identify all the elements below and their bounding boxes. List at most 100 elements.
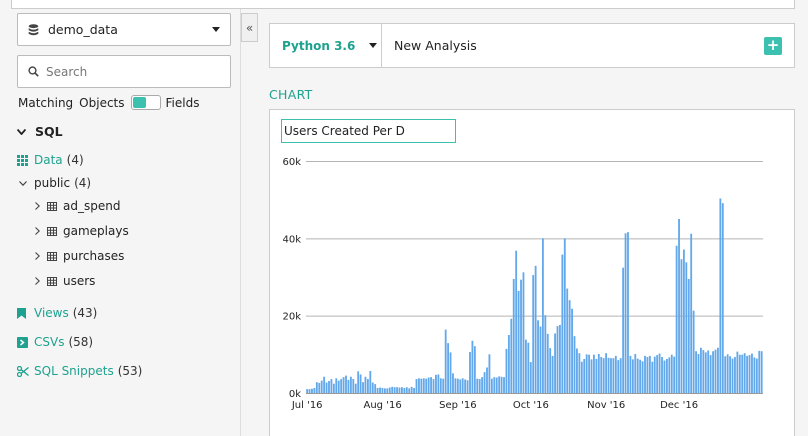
chart-bar[interactable]	[741, 354, 744, 393]
database-selector[interactable]: demo_data	[17, 13, 231, 46]
chart-bar[interactable]	[760, 351, 763, 393]
chart-bar[interactable]	[743, 353, 746, 393]
chart-bar[interactable]	[537, 320, 539, 393]
chart-bar[interactable]	[580, 361, 583, 393]
chart-bar[interactable]	[522, 272, 525, 393]
chart-bar[interactable]	[388, 387, 391, 393]
table-item[interactable]: purchases	[35, 249, 124, 263]
chart-bar[interactable]	[512, 278, 515, 393]
chart-bar[interactable]	[661, 357, 663, 393]
table-item[interactable]: gameplays	[35, 224, 129, 238]
chart-bar[interactable]	[614, 355, 617, 393]
chart-bar[interactable]	[349, 376, 352, 393]
sidebar-item-data[interactable]: Data (4)	[17, 153, 84, 167]
chart-bar[interactable]	[493, 377, 496, 393]
chart-title-input[interactable]	[281, 119, 456, 143]
chart-bar[interactable]	[408, 388, 411, 393]
chart-bar[interactable]	[418, 378, 420, 393]
chart-bar[interactable]	[478, 379, 481, 393]
chart-bar[interactable]	[724, 356, 727, 393]
chart-bar[interactable]	[325, 382, 328, 393]
chart-bar[interactable]	[695, 351, 697, 393]
chart-bar[interactable]	[444, 329, 447, 393]
chart-bar[interactable]	[313, 387, 316, 393]
scrollbar[interactable]	[795, 0, 808, 436]
chart-bar[interactable]	[551, 355, 554, 393]
chart-bar[interactable]	[634, 353, 637, 393]
chart-bar[interactable]	[736, 351, 739, 393]
chart-bar[interactable]	[354, 383, 357, 393]
chart-bar[interactable]	[403, 387, 406, 393]
chart-bar[interactable]	[498, 376, 501, 393]
chart-bar[interactable]	[330, 379, 333, 393]
chart-bar[interactable]	[383, 388, 386, 393]
chart-bar[interactable]	[520, 279, 522, 393]
chart-bar[interactable]	[554, 333, 556, 393]
chart-bar[interactable]	[563, 238, 566, 393]
chart-bar[interactable]	[656, 355, 659, 393]
chart-bar[interactable]	[364, 376, 367, 393]
chart-bar[interactable]	[726, 354, 729, 393]
chart-bar[interactable]	[687, 278, 690, 393]
chart-bar[interactable]	[503, 377, 505, 393]
chart-bar[interactable]	[583, 358, 586, 393]
chart-bar[interactable]	[685, 262, 688, 393]
chart-bar[interactable]	[308, 389, 311, 393]
chart-bar[interactable]	[668, 357, 671, 393]
chart-bar[interactable]	[376, 387, 379, 393]
language-selector[interactable]: Python 3.6	[270, 24, 382, 67]
chart-bar[interactable]	[311, 388, 313, 393]
sidebar-item-sql-snippets[interactable]: SQL Snippets (53)	[17, 364, 142, 378]
sidebar-item-csvs[interactable]: CSVs (58)	[17, 335, 93, 349]
chart-bar[interactable]	[393, 387, 396, 393]
chart-bar[interactable]	[578, 353, 581, 393]
chart-bar[interactable]	[665, 358, 668, 393]
chart-bar[interactable]	[610, 358, 612, 393]
chart-bar[interactable]	[517, 290, 520, 393]
chart-bar[interactable]	[602, 358, 605, 393]
chart-bar[interactable]	[369, 370, 372, 393]
chart-bar[interactable]	[673, 356, 676, 393]
chart-bar[interactable]	[624, 233, 627, 393]
chart-bar[interactable]	[746, 355, 749, 393]
chart-bar[interactable]	[585, 354, 588, 393]
chart-bar[interactable]	[700, 347, 702, 393]
chart-bar[interactable]	[425, 378, 428, 393]
cell-title[interactable]: New Analysis	[382, 38, 764, 53]
chart-bar[interactable]	[690, 233, 693, 393]
chart-bar[interactable]	[549, 348, 552, 393]
chart-bar[interactable]	[374, 384, 377, 393]
chart-bar[interactable]	[622, 267, 625, 393]
chart-bar[interactable]	[566, 288, 569, 393]
chart-bar[interactable]	[753, 357, 756, 393]
chart-bar[interactable]	[386, 388, 389, 393]
chart-bar[interactable]	[352, 379, 355, 393]
chart-bar[interactable]	[534, 265, 537, 393]
chart-bar[interactable]	[432, 379, 435, 393]
chart-bar[interactable]	[539, 326, 542, 393]
chart-bar[interactable]	[627, 232, 629, 393]
chart-bar[interactable]	[576, 348, 578, 393]
chart-bar[interactable]	[405, 387, 408, 393]
chart-bar[interactable]	[556, 326, 559, 393]
chart-bar[interactable]	[391, 386, 394, 393]
chart-bar[interactable]	[410, 386, 413, 393]
chart-bar[interactable]	[398, 387, 401, 393]
chart-bar[interactable]	[507, 335, 510, 393]
chart-bar[interactable]	[437, 374, 440, 393]
chart-bar[interactable]	[678, 219, 680, 393]
table-item[interactable]: users	[35, 274, 95, 288]
chart-bar[interactable]	[527, 342, 530, 393]
chart-bar[interactable]	[568, 300, 571, 393]
collapse-sidebar-button[interactable]: «	[241, 13, 258, 42]
chart-bar[interactable]	[712, 351, 714, 393]
chart-bar[interactable]	[748, 355, 751, 393]
chart-bar[interactable]	[490, 378, 493, 393]
chart-bar[interactable]	[731, 358, 734, 393]
chart-bar[interactable]	[644, 355, 646, 393]
chart-bar[interactable]	[597, 353, 600, 393]
chart-bar[interactable]	[422, 378, 425, 393]
chart-bar[interactable]	[471, 340, 474, 393]
chart-bar[interactable]	[588, 354, 591, 393]
chart-bar[interactable]	[469, 352, 471, 393]
